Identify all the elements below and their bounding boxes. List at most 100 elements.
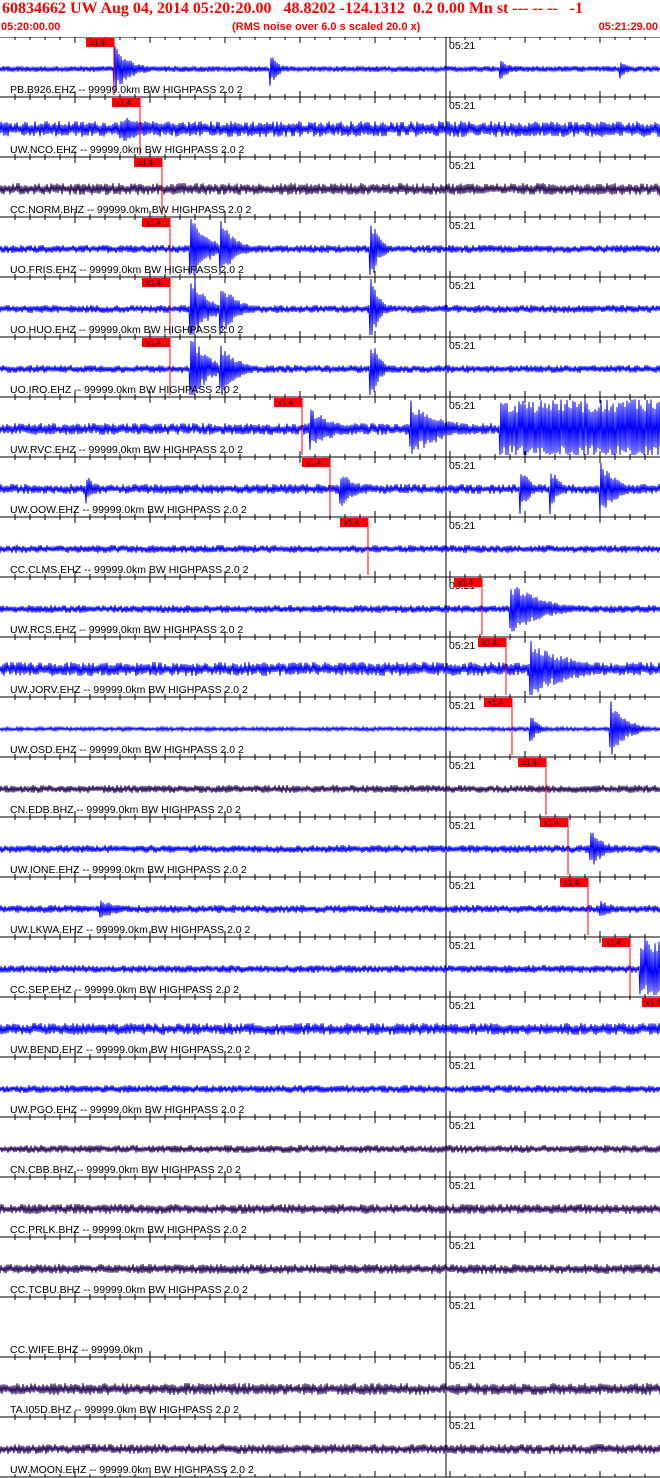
minute-label: 05:21 (449, 520, 475, 532)
minute-label: 05:21 (449, 280, 475, 292)
station-label: PB.B926.EHZ -- 99999.0km BW HIGHPASS 2.0… (10, 84, 243, 96)
station-label: CN.EDB.BHZ -- 99999.0km BW HIGHPASS 2.0 … (10, 804, 241, 816)
pick-label: x1.4 (488, 699, 504, 708)
station-label: TA.I05D.BHZ -- 99999.0km BW HIGHPASS 2.0… (10, 1404, 239, 1416)
station-label: CC.WIFE.BHZ -- 99999.0km (10, 1344, 143, 1356)
waveform-trace (0, 832, 660, 865)
station-label: UO.FRIS.EHZ -- 99999.0km BW HIGHPASS 2.0… (10, 264, 244, 276)
minute-label: 05:21 (449, 1300, 475, 1312)
pick-label: x1.4 (606, 939, 622, 948)
trace-panel: 05:21x1.4CN.CBB.BHZ -- 99999.0km BW HIGH… (0, 1116, 660, 1177)
minute-label: 05:21 (449, 160, 475, 172)
waveform-trace (0, 900, 660, 918)
waveform-trace (0, 1022, 660, 1036)
pick-label: x1.4 (116, 99, 132, 108)
pick-label: x1.4 (306, 459, 322, 468)
minute-label: 05:21 (449, 340, 475, 352)
pick-label: x1.4 (278, 399, 294, 408)
pick-label: x1.4 (458, 579, 474, 588)
station-label: UW.RVC.EHZ -- 99999.0km BW HIGHPASS 2.0 … (10, 444, 243, 456)
station-label: CN.CBB.BHZ -- 99999.0km BW HIGHPASS 2.0 … (10, 1164, 241, 1176)
pick-label: x1.4 (344, 519, 360, 528)
start-time-label: 05:20:00.00 (1, 21, 61, 33)
trace-panel: 05:21 UW.MOON.EHZ -- 99999.0km BW HIGHPAS… (0, 1416, 660, 1477)
minute-label: 05:21 (449, 820, 475, 832)
trace-panel: 05:21x1.4UW.PGO.EHZ -- 99999.0km BW HIGH… (0, 1056, 660, 1117)
minute-label: 05:21 (449, 400, 475, 412)
minute-label: 05:21 (449, 760, 475, 772)
trace-panel: 05:21 CC.TCBU.BHZ -- 99999.0km BW HIGHPAS… (0, 1236, 660, 1297)
trace-panel: 05:21 x1.4 UW.OOW.EHZ -- 99999.0km BW HIGH… (0, 456, 660, 517)
pick-label: x1.4 (146, 279, 162, 288)
minute-label: 05:21 (449, 100, 475, 112)
minute-label: 05:21 (449, 1360, 475, 1372)
waveform-trace (0, 1263, 660, 1275)
station-label: UW.OOW.EHZ -- 99999.0km BW HIGHPASS 2.0 … (10, 504, 247, 516)
trace-panel: 05:21 x1.4 CC.CLMS.EHZ -- 99999.0km BW HIG… (0, 516, 660, 577)
station-label: UO.HUO.EHZ -- 99999.0km BW HIGHPASS 2.0 … (10, 324, 243, 336)
trace-panel: 05:21 CC.WIFE.BHZ -- 99999.0km (0, 1296, 660, 1357)
waveform-trace (0, 544, 660, 554)
trace-panel: 05:21 x1.4 UW.LKWA.EHZ -- 99999.0km BW HIG… (0, 876, 660, 937)
station-label: UW.IONE.EHZ -- 99999.0km BW HIGHPASS 2.0… (10, 864, 247, 876)
trace-panel: 05:21 x1.4 CC.SEP.EHZ -- 99999.0km BW HIGH… (0, 936, 660, 997)
seismogram-plot: 05:21 x1.4 PB.B926.EHZ -- 99999.0km BW HIG… (0, 37, 660, 1478)
station-label: UW.RCS.EHZ -- 99999.0km BW HIGHPASS 2.0 … (10, 624, 243, 636)
minute-label: 05:21 (449, 640, 475, 652)
pick-label: x1.4 (90, 39, 106, 48)
pick-label: x1.4 (522, 759, 538, 768)
waveform-trace (0, 182, 660, 197)
pick-label: x1.4 (544, 819, 560, 828)
minute-label: 05:21 (449, 1060, 475, 1072)
trace-panel: 05:21 x1.4 PB.B926.EHZ -- 99999.0km BW HIG… (0, 37, 660, 97)
station-label: UO.IRO.EHZ -- 99999.0km BW HIGHPASS 2.0 … (10, 384, 239, 396)
station-label: UW.JORV.EHZ -- 99999.0km BW HIGHPASS 2.0… (10, 684, 248, 696)
minute-label: 05:21 (449, 700, 475, 712)
station-label: UW.BEND.EHZ -- 99999.0km BW HIGHPASS 2.0… (10, 1044, 250, 1056)
minute-label: 05:21 (449, 1000, 475, 1012)
pick-label: x1.4 (564, 879, 580, 888)
pick-label: x1.4 (138, 159, 154, 168)
minute-label: 05:21 (449, 940, 475, 952)
station-label: CC.PRLK.BHZ -- 99999.0km BW HIGHPASS 2.0… (10, 1224, 247, 1236)
minute-label: 05:21 (449, 1180, 475, 1192)
trace-panel: 05:21 CC.PRLK.BHZ -- 99999.0km BW HIGHPAS… (0, 1176, 660, 1237)
waveform-trace (0, 1084, 660, 1094)
station-label: CC.CLMS.EHZ -- 99999.0km BW HIGHPASS 2.0… (10, 564, 249, 576)
minute-label: 05:21 (449, 1420, 475, 1432)
station-label: UW.NCO.EHZ -- 99999.0km BW HIGHPASS 2.0 … (10, 144, 245, 156)
waveform-trace (0, 1382, 660, 1396)
station-label: CC.NORM.BHZ -- 99999.0km BW HIGHPASS 2.0… (10, 204, 252, 216)
trace-panel: 05:21 x1.4 UW.RVC.EHZ -- 99999.0km BW HIGH… (0, 396, 660, 457)
station-label: UW.PGO.EHZ -- 99999.0km BW HIGHPASS 2.0 … (10, 1104, 245, 1116)
pick-label: x1.4 (146, 339, 162, 348)
waveform-trace (0, 784, 660, 794)
pick-label: x1.4 (482, 639, 498, 648)
pick-label: x1.4 (646, 999, 660, 1008)
waveform-trace (0, 117, 660, 141)
trace-panel: 05:21 x1.4 UW.NCO.EHZ -- 99999.0km BW HIGH… (0, 96, 660, 157)
minute-label: 05:21 (449, 1120, 475, 1132)
waveform-trace (0, 1443, 660, 1455)
station-label: UW.MOON.EHZ -- 99999.0km BW HIGHPASS 2.0… (10, 1464, 254, 1476)
minute-label: 05:21 (449, 40, 475, 52)
plot-header: 60834662 UW Aug 04, 2014 05:20:20.00 48.… (0, 0, 660, 37)
trace-panel: 05:21 x1.4 CN.EDB.BHZ -- 99999.0km BW HIGH… (0, 756, 660, 817)
trace-panel: 05:21 x1.4 UO.FRIS.EHZ -- 99999.0km BW HIG… (0, 216, 660, 277)
event-title: 60834662 UW Aug 04, 2014 05:20:20.00 48.… (2, 0, 583, 17)
minute-label: 05:21 (449, 460, 475, 472)
trace-panel: 05:21 x1.4 UO.HUO.EHZ -- 99999.0km BW HIGH… (0, 276, 660, 337)
station-label: CC.SEP.EHZ -- 99999.0km BW HIGHPASS 2.0 … (10, 984, 239, 996)
trace-panel: 05:21x1.4UW.RCS.EHZ -- 99999.0km BW HIGH… (0, 576, 660, 637)
trace-panel: 05:21 x1.4 UW.IONE.EHZ -- 99999.0km BW HIG… (0, 816, 660, 877)
minute-label: 05:21 (449, 1240, 475, 1252)
trace-panel: 05:21 TA.I05D.BHZ -- 99999.0km BW HIGHPAS… (0, 1356, 660, 1417)
minute-label: 05:21 (449, 220, 475, 232)
end-time-label: 05:21:29.00 (598, 21, 658, 33)
rms-note-label: (RMS noise over 6.0 s scaled 20.0 x) (232, 21, 421, 33)
station-label: UW.LKWA.EHZ -- 99999.0km BW HIGHPASS 2.0… (10, 924, 251, 936)
station-label: UW.OSD.EHZ -- 99999.0km BW HIGHPASS 2.0 … (10, 744, 244, 756)
pick-label: x1.4 (146, 219, 162, 228)
waveform-trace (0, 1203, 660, 1215)
trace-panel: 05:21 x1.4 UO.IRO.EHZ -- 99999.0km BW HIGH… (0, 336, 660, 397)
